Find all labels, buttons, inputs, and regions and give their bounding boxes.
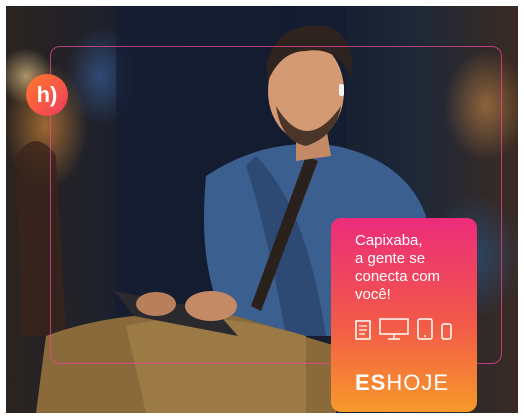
es-hoje-logo: ESHOJE — [355, 370, 449, 396]
brand-hoje: HOJE — [386, 370, 450, 395]
brand-es: ES — [355, 370, 387, 395]
promo-card: Capixaba, a gente se conecta com você! E… — [331, 218, 477, 412]
monitor-icon — [379, 318, 409, 340]
device-icons — [355, 318, 452, 340]
phone-icon — [441, 323, 452, 340]
document-icon — [355, 320, 371, 340]
promo-line: conecta com — [355, 268, 441, 285]
promo-line: a gente se — [355, 250, 426, 267]
promo-line: Capixaba, — [355, 232, 423, 249]
brand-logo: h) — [26, 74, 68, 116]
tablet-icon — [417, 318, 433, 340]
promo-text: Capixaba, a gente se conecta com você! — [355, 232, 470, 304]
advertisement-banner: h) Capixaba, a gente se conecta com você… — [6, 6, 518, 413]
promo-line: você! — [355, 286, 391, 303]
